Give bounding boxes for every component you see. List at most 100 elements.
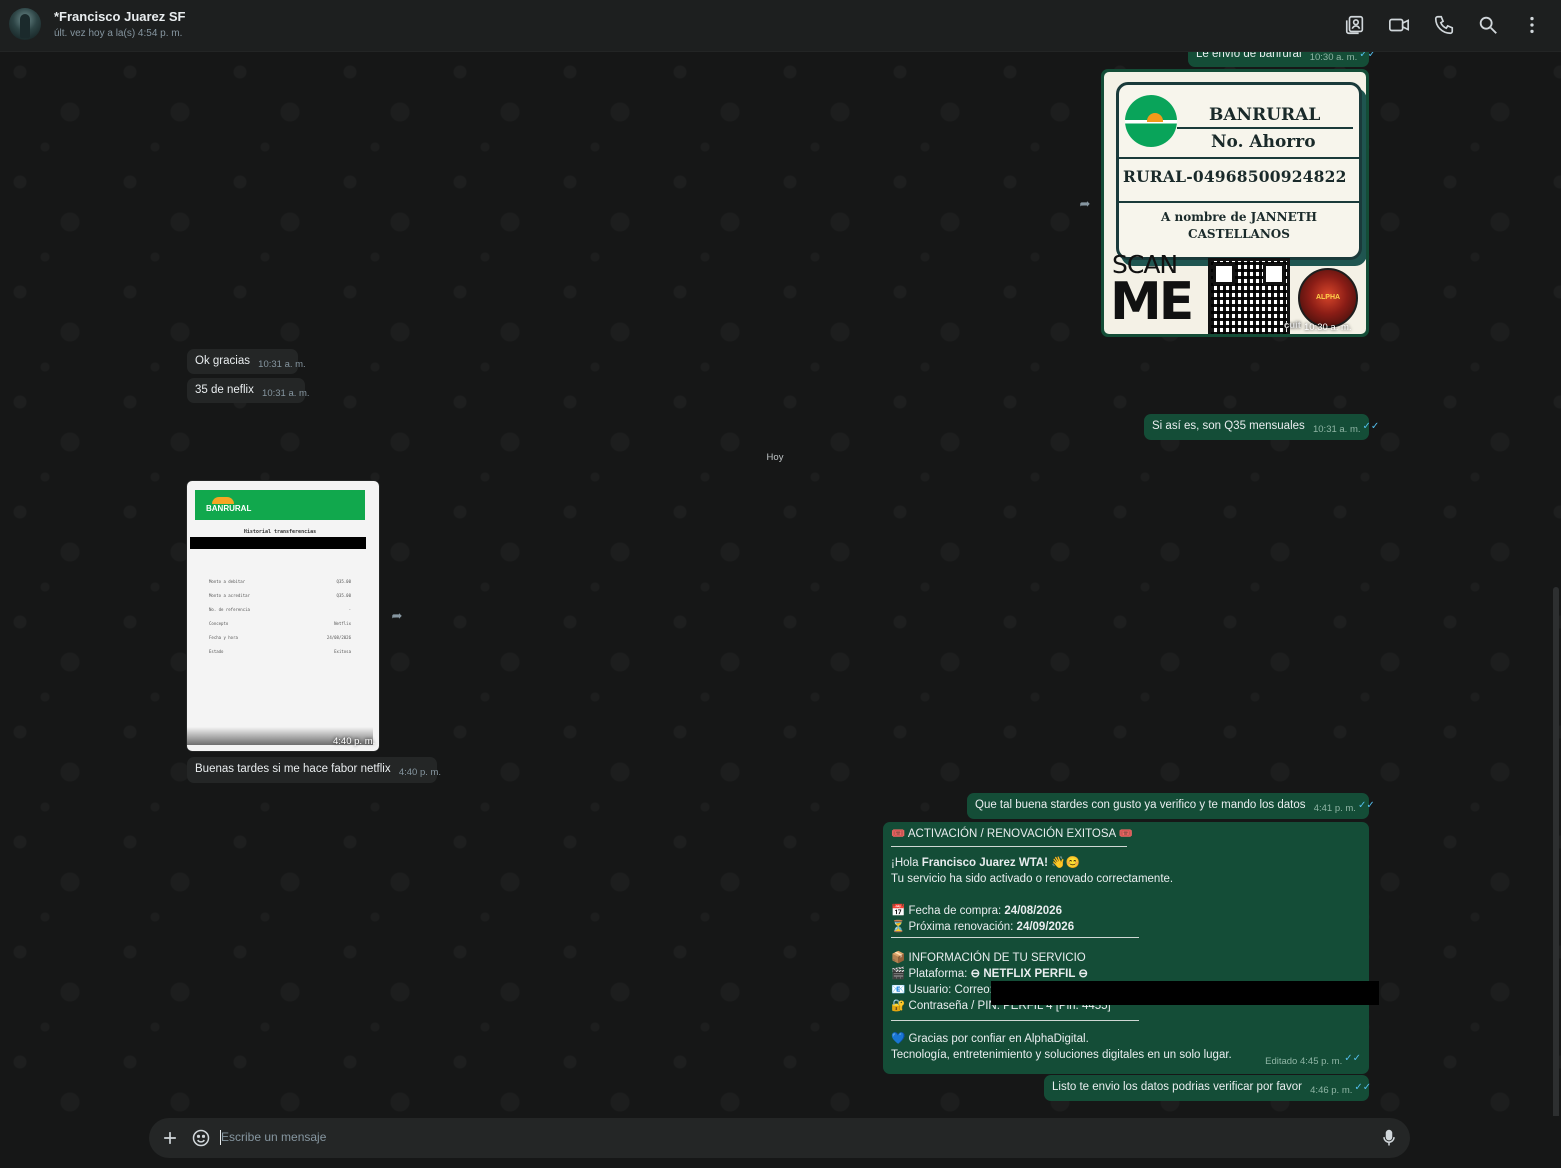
message-incoming[interactable]: Buenas tardes si me hace fabor netflix 4… xyxy=(187,757,441,783)
message-outgoing[interactable]: Si así es, son Q35 mensuales 10:31 a. m.… xyxy=(1144,414,1379,440)
receipt-row-label: Concepto xyxy=(209,621,229,626)
me-label: ME xyxy=(1110,272,1194,332)
divider xyxy=(1119,157,1359,159)
contact-name[interactable]: *Francisco Juarez SF xyxy=(54,9,186,24)
message-time: 4:40 p. m. xyxy=(333,736,376,747)
bank-name: BANRURAL xyxy=(1209,105,1321,125)
redaction-bar xyxy=(991,981,1379,1005)
plus-icon[interactable] xyxy=(160,1128,180,1148)
read-ticks-icon: ✓✓ xyxy=(1354,1082,1372,1093)
message-time: Editado 4:45 p. m. xyxy=(1265,1056,1343,1067)
message-time: 4:46 p. m. xyxy=(1310,1085,1353,1096)
menu-icon[interactable] xyxy=(1521,14,1543,36)
bank-account-image[interactable]: BANRURAL No. Ahorro RURAL-04968500924822… xyxy=(1104,72,1366,334)
message-input[interactable]: Escribe un mensaje xyxy=(221,1130,326,1144)
message-incoming[interactable]: Ok gracias 10:31 a. m. xyxy=(187,349,306,374)
message-meta: Editado 4:45 p. m. ✓✓ xyxy=(1260,1050,1361,1070)
receipt-row-label: No. de referencia xyxy=(209,607,250,612)
receipt-row-value: - xyxy=(348,607,351,612)
account-card: BANRURAL No. Ahorro RURAL-04968500924822… xyxy=(1116,82,1362,260)
banrural-logo-icon xyxy=(1125,95,1177,147)
message-time: 10:31 a. m. xyxy=(1312,424,1361,435)
search-icon[interactable] xyxy=(1477,14,1499,36)
info-heading: 📦 INFORMACIÓN DE TU SERVICIO xyxy=(891,952,1086,964)
customer-name: Francisco Juarez WTA! xyxy=(921,857,1049,869)
alpha-logo-text: ALPHA xyxy=(1315,294,1341,301)
receipt-row-label: Monto a acreditar xyxy=(209,593,250,598)
receipt-logo: BANRURAL xyxy=(206,497,252,513)
sticker-icon[interactable] xyxy=(191,1128,211,1148)
message-outgoing[interactable]: Que tal buena stardes con gusto ya verif… xyxy=(967,793,1375,819)
thanks-line: 💙 Gracias por confiar en AlphaDigital. xyxy=(891,1033,1089,1045)
read-ticks-icon: ✓✓ xyxy=(1357,800,1375,811)
platform-line: 🎬 Plataforma: ⊖ NETFLIX PERFIL ⊖ xyxy=(891,966,1361,982)
renewal-date-line: ⏳ Próxima renovación: 24/09/2026 xyxy=(891,919,1361,935)
scrollbar[interactable] xyxy=(1553,587,1559,1116)
message-text: Si así es, son Q35 mensuales xyxy=(1152,420,1305,432)
message-time: 10:31 a. m. xyxy=(258,359,306,370)
divider xyxy=(891,937,1139,938)
chat-area[interactable]: Le envío de banrural 10:30 a. m. ✓✓ ➦ BAN… xyxy=(0,52,1561,1116)
qr-code xyxy=(1208,258,1290,334)
card-corner-text: cuit xyxy=(1284,320,1301,331)
message-outgoing-activation[interactable]: 🎟️ ACTIVACIÓN / RENOVACIÓN EXITOSA 🎟️ ¡H… xyxy=(883,822,1369,1074)
mic-icon[interactable] xyxy=(1379,1128,1399,1148)
read-ticks-icon: ✓✓ xyxy=(1362,421,1380,432)
receipt-row-value: Q35.00 xyxy=(336,579,351,584)
receipt-row-value: Netflix xyxy=(334,621,351,626)
message-time: 10:30 a. m. xyxy=(1309,52,1358,63)
divider xyxy=(891,1020,1139,1021)
purchase-label: 📅 Fecha de compra: xyxy=(891,905,1005,917)
message-text: Que tal buena stardes con gusto ya verif… xyxy=(975,799,1306,811)
phone-icon[interactable] xyxy=(1433,14,1455,36)
message-text: 35 de neflix xyxy=(195,384,254,396)
message-text: Buenas tardes si me hace fabor netflix xyxy=(195,763,391,775)
message-composer[interactable]: Escribe un mensaje xyxy=(149,1118,1410,1158)
receipt-row-value: Exitosa xyxy=(334,649,351,654)
renewal-label: ⏳ Próxima renovación: xyxy=(891,921,1017,933)
image-message-outgoing[interactable]: BANRURAL No. Ahorro RURAL-04968500924822… xyxy=(1101,69,1369,337)
receipt-row-label: Estado xyxy=(209,649,224,654)
message-incoming[interactable]: 35 de neflix 10:31 a. m. xyxy=(187,378,310,403)
forward-icon[interactable]: ➦ xyxy=(388,608,406,623)
contact-card-icon[interactable] xyxy=(1344,14,1366,36)
renewal-date: 24/09/2026 xyxy=(1016,921,1075,933)
message-time: 10:30 a. m. xyxy=(1304,322,1352,333)
redaction-bar xyxy=(190,537,366,549)
receipt-row-value: Q35.00 xyxy=(336,593,351,598)
activated-line: Tu servicio ha sido activado o renovado … xyxy=(891,873,1174,885)
message-outgoing[interactable]: Le envío de banrural 10:30 a. m. ✓✓ xyxy=(1188,52,1376,67)
greeting-suffix: 👋😊 xyxy=(1048,857,1080,869)
date-separator: Hoy xyxy=(766,452,784,463)
receipt-row-label: Fecha y hora xyxy=(209,635,238,640)
transfer-receipt-image[interactable]: BANRURAL Historial transferencias Monto … xyxy=(187,481,379,751)
platform-label: 🎬 Plataforma: xyxy=(891,968,971,980)
platform-value: ⊖ NETFLIX PERFIL ⊖ xyxy=(970,968,1088,980)
forward-icon[interactable]: ➦ xyxy=(1076,196,1094,211)
video-call-icon[interactable] xyxy=(1388,14,1410,36)
divider xyxy=(891,846,1127,847)
read-ticks-icon: ✓✓ xyxy=(1344,1053,1361,1064)
account-type: No. Ahorro xyxy=(1211,132,1316,152)
account-holder: A nombre de JANNETH CASTELLANOS xyxy=(1161,210,1317,241)
message-outgoing[interactable]: Listo te envio los datos podrias verific… xyxy=(1044,1075,1372,1101)
message-time: 10:31 a. m. xyxy=(262,388,310,399)
message-text: Listo te envio los datos podrias verific… xyxy=(1052,1081,1302,1093)
receipt-row-label: Monto a debitar xyxy=(209,579,246,584)
image-message-incoming[interactable]: BANRURAL Historial transferencias Monto … xyxy=(186,480,380,752)
read-ticks-icon: ✓✓ xyxy=(1359,52,1376,60)
avatar[interactable] xyxy=(9,8,41,40)
purchase-date-line: 📅 Fecha de compra: 24/08/2026 xyxy=(891,903,1361,919)
chat-header: *Francisco Juarez SF últ. vez hoy a la(s… xyxy=(0,0,1561,52)
alpha-logo: ALPHA xyxy=(1298,268,1358,328)
message-time: 4:41 p. m. xyxy=(1313,803,1356,814)
activation-heading: 🎟️ ACTIVACIÓN / RENOVACIÓN EXITOSA 🎟️ xyxy=(891,828,1134,840)
receipt-row-value: 24/08/2026 xyxy=(326,635,351,640)
account-number: RURAL-04968500924822 xyxy=(1123,167,1347,186)
message-time: 4:40 p. m. xyxy=(398,767,442,778)
purchase-date: 24/08/2026 xyxy=(1004,905,1062,917)
greeting-prefix: ¡Hola xyxy=(891,857,922,869)
divider xyxy=(1177,127,1353,129)
receipt-header: BANRURAL xyxy=(195,490,365,520)
